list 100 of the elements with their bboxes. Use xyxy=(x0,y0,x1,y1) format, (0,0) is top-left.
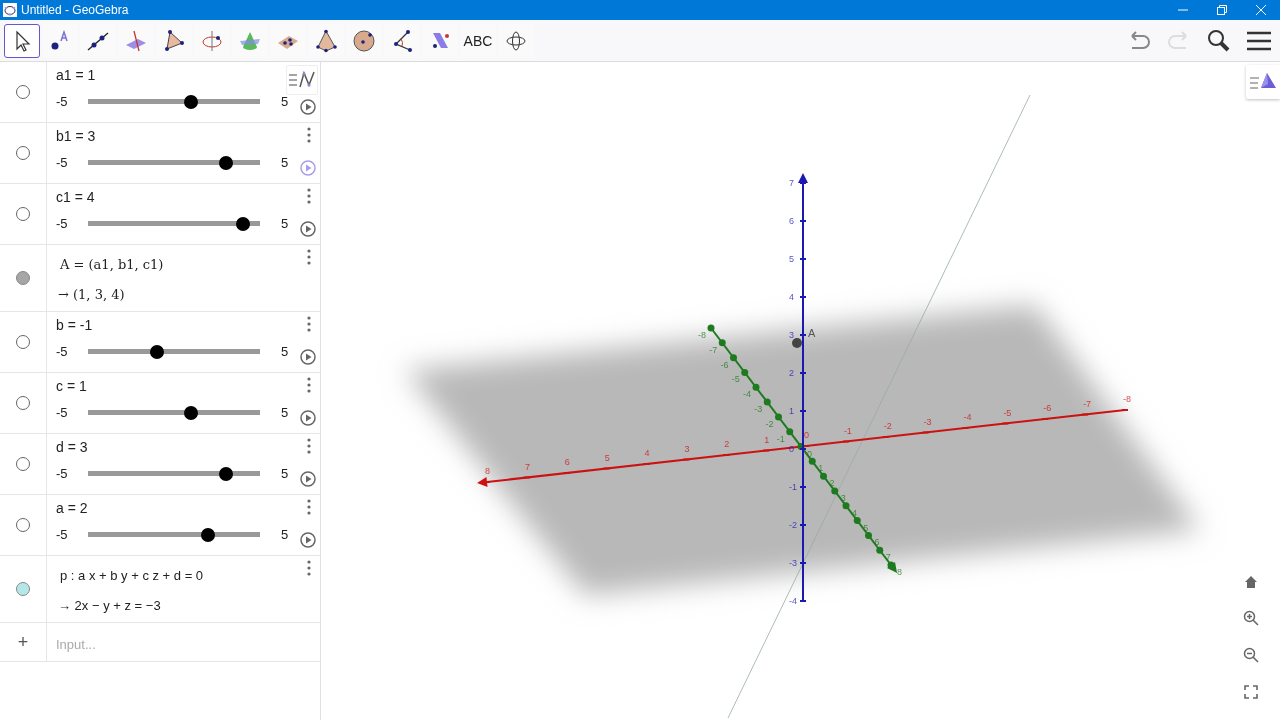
axis-label: -2 xyxy=(765,418,774,429)
axis-label: -2 xyxy=(883,421,892,431)
axis-label: 7 xyxy=(885,552,891,563)
add-button[interactable]: + xyxy=(17,631,29,653)
slider-min: -5 xyxy=(56,527,69,542)
more-icon[interactable] xyxy=(306,499,312,515)
input-field[interactable]: Input... xyxy=(56,636,256,652)
output-text: → 2x − y + z = −3 xyxy=(58,598,161,613)
play-icon[interactable] xyxy=(300,99,316,115)
visibility-toggle[interactable] xyxy=(16,207,30,221)
output-text: → (1, 3, 4) xyxy=(58,287,125,302)
axis-label: 1 xyxy=(764,434,770,445)
slider-min: -5 xyxy=(56,344,69,359)
app-icon xyxy=(3,3,17,17)
axis-label: -4 xyxy=(743,389,751,400)
plane-line-icon xyxy=(124,28,148,53)
axis-label: -4 xyxy=(789,596,797,606)
axis-label: 5 xyxy=(789,254,794,264)
more-icon[interactable] xyxy=(306,249,312,265)
search-icon xyxy=(1206,27,1232,54)
axis-label: 3 xyxy=(789,330,794,340)
slider-max: 5 xyxy=(281,155,289,170)
move-tool[interactable] xyxy=(4,23,40,58)
slider-label: b1 = 3 xyxy=(56,128,96,144)
axis-label: -3 xyxy=(754,404,763,415)
axis-label: -7 xyxy=(1083,398,1092,409)
axis-label: 2 xyxy=(789,368,794,378)
axis-label: 1 xyxy=(789,406,794,416)
triangle-icon xyxy=(162,28,186,53)
fullscreen-icon xyxy=(1244,685,1258,699)
axis-label: -8 xyxy=(698,330,706,340)
slider-thumb[interactable] xyxy=(235,216,250,231)
slider-min: -5 xyxy=(56,466,69,481)
axis-label: 6 xyxy=(564,457,570,467)
play-icon[interactable] xyxy=(300,349,316,365)
slider-thumb[interactable] xyxy=(218,466,233,481)
axis-label: -4 xyxy=(963,412,972,422)
more-icon[interactable] xyxy=(306,438,312,454)
pyramid-icon xyxy=(314,28,338,53)
zoom-out-icon xyxy=(1243,647,1259,663)
visibility-toggle[interactable] xyxy=(16,146,30,160)
play-icon[interactable] xyxy=(300,471,316,487)
more-icon[interactable] xyxy=(306,560,312,576)
visibility-toggle[interactable] xyxy=(16,271,30,285)
slider-label: c = 1 xyxy=(56,378,87,394)
axis-label: 8 xyxy=(485,466,490,476)
point[interactable] xyxy=(792,338,802,348)
axis-label: -1 xyxy=(776,433,785,444)
slider-max: 5 xyxy=(281,216,289,231)
axis-label: 4 xyxy=(644,448,650,458)
more-icon[interactable] xyxy=(306,377,312,393)
slider-thumb[interactable] xyxy=(149,344,164,359)
slider-thumb[interactable] xyxy=(218,155,233,170)
visibility-toggle[interactable] xyxy=(16,396,30,410)
ellipse-axis-icon xyxy=(200,28,224,53)
point-label: A xyxy=(808,327,816,339)
axis-label: 4 xyxy=(789,292,794,302)
more-icon[interactable] xyxy=(306,188,312,204)
axis-label: -6 xyxy=(720,359,729,370)
axis-label: 6 xyxy=(789,216,794,226)
axis-label: 7 xyxy=(789,178,794,188)
slider-max: 5 xyxy=(281,466,289,481)
definition-text: A = (a1, b1, c1) xyxy=(60,257,164,272)
menu-icon xyxy=(1247,30,1271,51)
slider-label: c1 = 4 xyxy=(56,189,95,205)
axis-label: 5 xyxy=(604,452,610,463)
axis-label: 7 xyxy=(524,461,530,472)
perspective-button[interactable] xyxy=(1246,65,1280,99)
slider-thumb[interactable] xyxy=(184,94,199,109)
visibility-toggle[interactable] xyxy=(16,582,30,596)
visibility-toggle[interactable] xyxy=(16,335,30,349)
visibility-toggle[interactable] xyxy=(16,85,30,99)
slider-max: 5 xyxy=(281,94,289,109)
more-icon[interactable] xyxy=(306,316,312,332)
play-icon[interactable] xyxy=(300,221,316,237)
sphere-icon xyxy=(352,28,376,53)
visibility-toggle[interactable] xyxy=(16,518,30,532)
slider-label: b = -1 xyxy=(56,317,93,333)
axis-label: -5 xyxy=(731,374,740,385)
slider-max: 5 xyxy=(281,527,289,542)
slider-thumb[interactable] xyxy=(201,527,216,542)
visibility-toggle[interactable] xyxy=(16,457,30,471)
play-icon[interactable] xyxy=(300,532,316,548)
axis-label: 2 xyxy=(724,439,730,449)
axis-label: -6 xyxy=(1043,403,1052,413)
axis-label: -7 xyxy=(709,344,718,355)
slider-thumb[interactable] xyxy=(184,405,199,420)
axis-label: -3 xyxy=(923,416,932,427)
zoom-in-icon xyxy=(1243,610,1259,626)
more-icon[interactable] xyxy=(306,127,312,143)
slider-label: a1 = 1 xyxy=(56,67,96,83)
algebra-style-button[interactable] xyxy=(286,65,318,95)
slider-label: d = 3 xyxy=(56,439,88,455)
slider-min: -5 xyxy=(56,94,69,109)
play-icon[interactable] xyxy=(300,410,316,426)
axis-label: -3 xyxy=(789,558,797,568)
axis-label: -1 xyxy=(789,482,797,492)
axis-label: 8 xyxy=(897,567,902,577)
slider-min: -5 xyxy=(56,216,69,231)
axis-label: 6 xyxy=(874,537,880,548)
